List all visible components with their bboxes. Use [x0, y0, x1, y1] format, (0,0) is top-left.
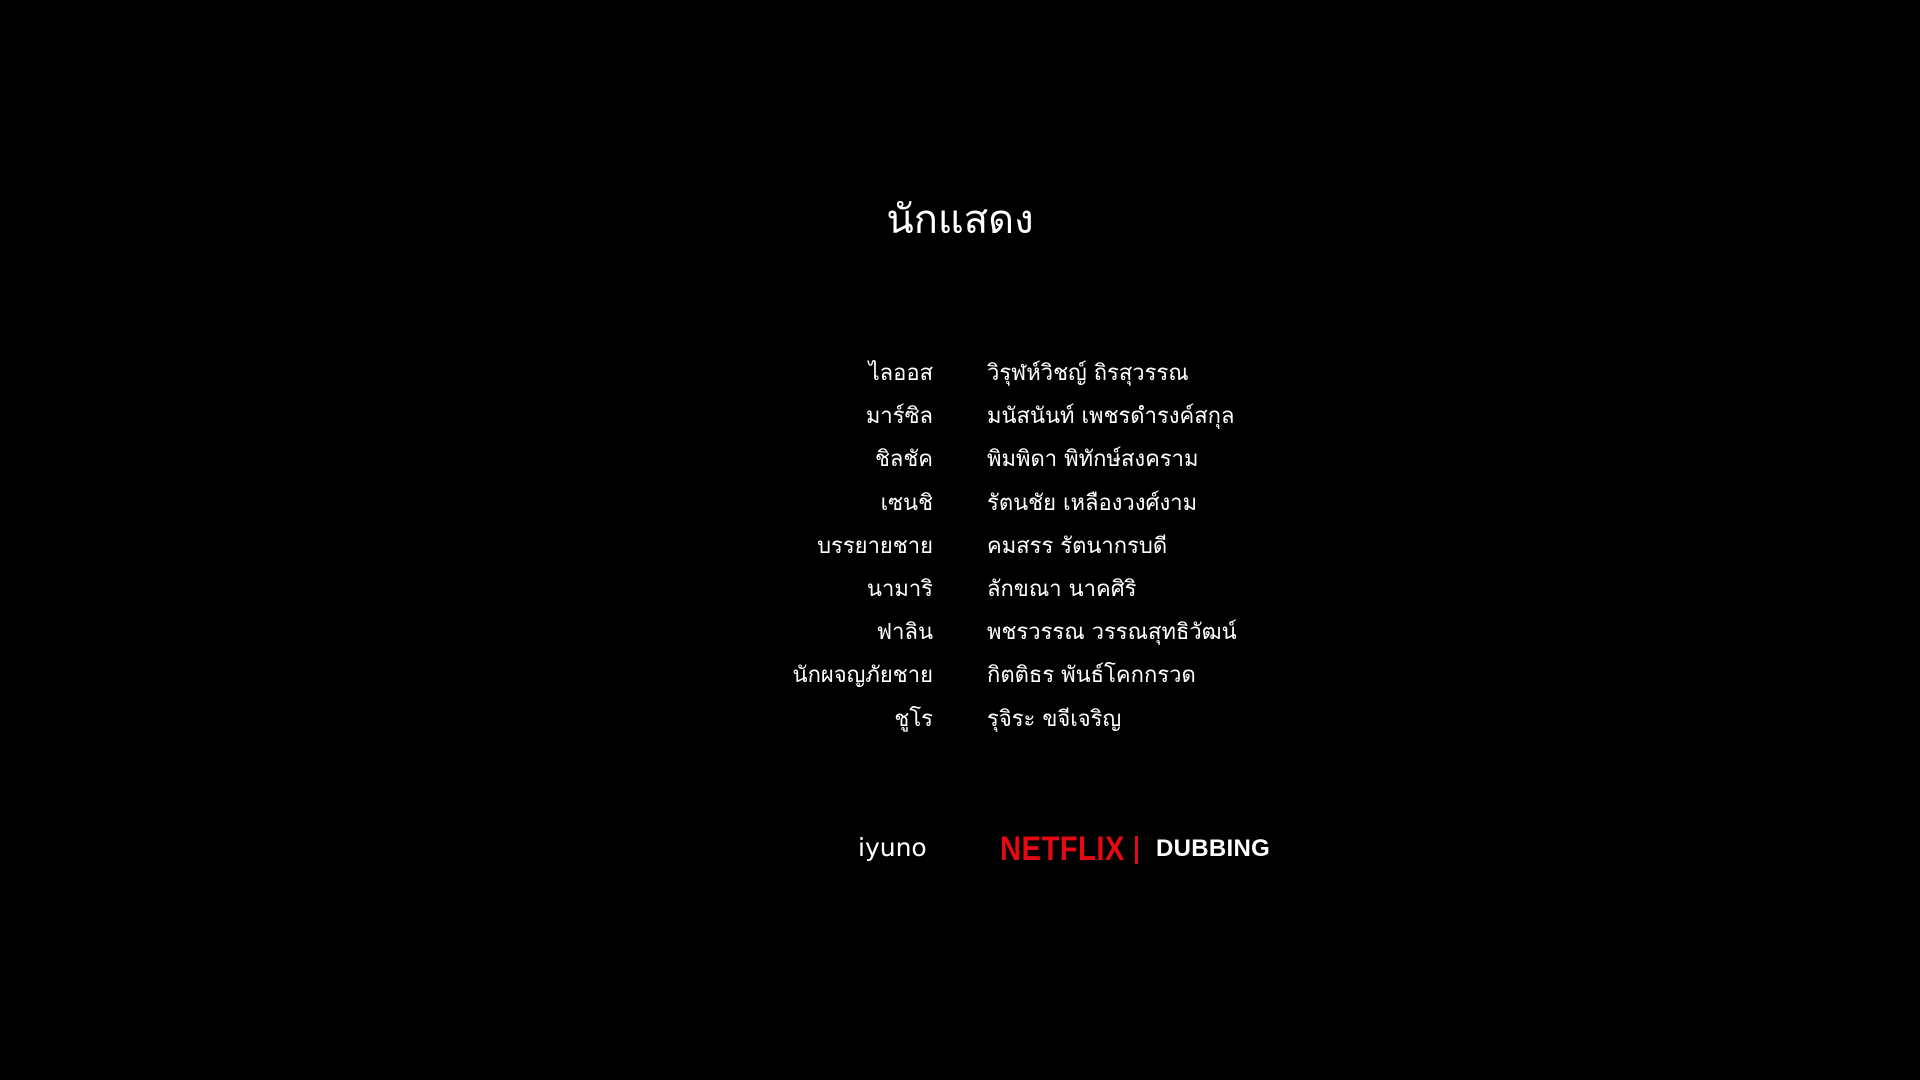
- voice-actor-name: รัตนชัย เหลืองวงศ์งาม: [987, 490, 1198, 516]
- voice-actor-name: ลักขณา นาคศิริ: [987, 576, 1137, 602]
- credit-row: ฟาลิน พชรวรรณ วรรณสุทธิวัฒน์: [0, 611, 1920, 654]
- credit-row: มาร์ซิล มนัสนันท์ เพชรดำรงค์สกุล: [0, 395, 1920, 438]
- credit-row: ชิลชัค พิมพิดา พิทักษ์สงคราม: [0, 438, 1920, 481]
- voice-actor-name: พิมพิดา พิทักษ์สงคราม: [987, 447, 1199, 473]
- credit-row: นามาริ ลักขณา นาคศิริ: [0, 568, 1920, 611]
- credits-list: ไลออส วิรุฬห์วิชญ์ ถิรสุวรรณ มาร์ซิล มนั…: [0, 352, 1920, 741]
- character-name: ชูโร: [894, 706, 933, 732]
- credits-footer: iyuno NETFLIX DUBBING: [0, 828, 1920, 872]
- voice-actor-name: รุจิระ ขจีเจริญ: [987, 706, 1122, 732]
- logo-divider: [1135, 836, 1138, 864]
- character-name: เซนชิ: [880, 490, 933, 516]
- voice-actor-name: พชรวรรณ วรรณสุทธิวัฒน์: [987, 620, 1237, 646]
- credit-row: นักผจญภัยชาย กิตติธร พันธ์โคกกรวด: [0, 654, 1920, 697]
- iyuno-logo: iyuno: [858, 833, 927, 862]
- character-name: ไลออส: [868, 361, 933, 386]
- character-name: ฟาลิน: [876, 620, 933, 646]
- character-name: นามาริ: [866, 576, 933, 602]
- voice-actor-name: คมสรร รัตนากรบดี: [987, 533, 1168, 559]
- character-name: มาร์ซิล: [865, 404, 933, 430]
- netflix-logo: NETFLIX: [1000, 830, 1125, 868]
- credit-row: บรรยายชาย คมสรร รัตนากรบดี: [0, 525, 1920, 568]
- section-heading: นักแสดง: [886, 197, 1034, 243]
- credit-row: ไลออส วิรุฬห์วิชญ์ ถิรสุวรรณ: [0, 352, 1920, 395]
- character-name: ชิลชัค: [874, 447, 933, 473]
- character-name: นักผจญภัยชาย: [792, 663, 933, 689]
- voice-actor-name: วิรุฬห์วิชญ์ ถิรสุวรรณ: [987, 361, 1189, 386]
- end-credits-screen: นักแสดง ไลออส วิรุฬห์วิชญ์ ถิรสุวรรณ มาร…: [0, 0, 1920, 1080]
- voice-actor-name: กิตติธร พันธ์โคกกรวด: [987, 663, 1196, 689]
- voice-actor-name: มนัสนันท์ เพชรดำรงค์สกุล: [987, 404, 1235, 430]
- credit-row: เซนชิ รัตนชัย เหลืองวงศ์งาม: [0, 482, 1920, 525]
- dubbing-label: DUBBING: [1156, 835, 1271, 862]
- character-name: บรรยายชาย: [817, 533, 933, 559]
- credit-row: ชูโร รุจิระ ขจีเจริญ: [0, 698, 1920, 741]
